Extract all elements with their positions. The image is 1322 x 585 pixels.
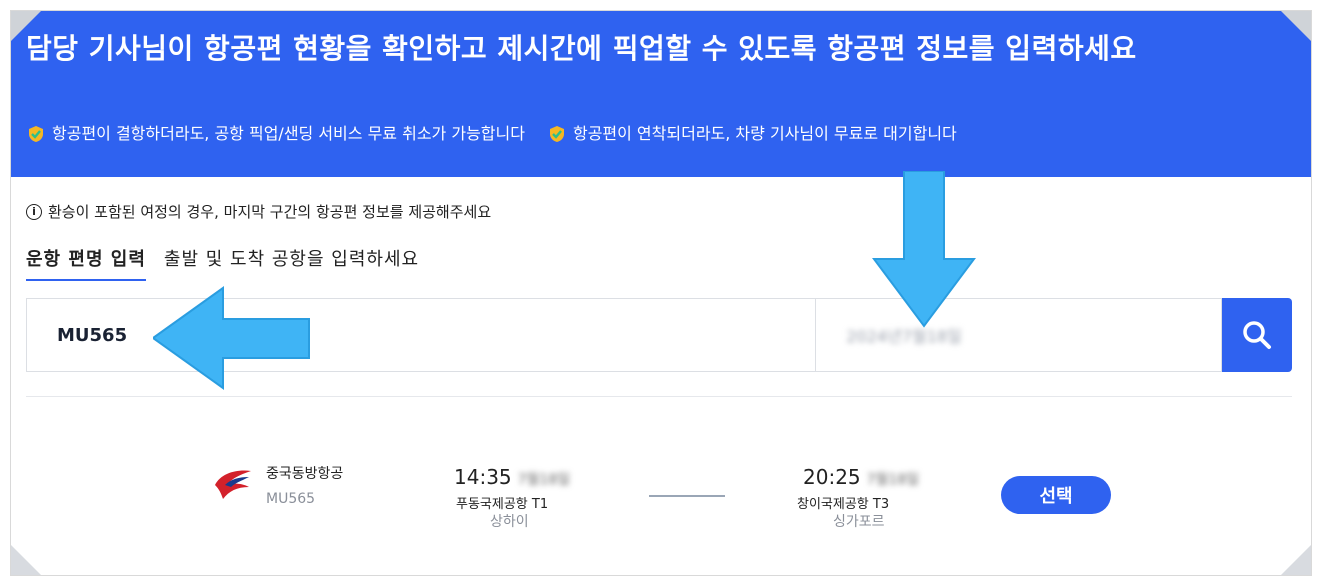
airline-name: 중국동방항공 bbox=[266, 466, 344, 482]
down-arrow-icon bbox=[872, 171, 976, 328]
benefit-text: 항공편이 연착되더라도, 차량 기사님이 무료로 대기합니다 bbox=[572, 124, 957, 143]
left-arrow-icon bbox=[153, 286, 310, 390]
divider bbox=[26, 396, 1292, 397]
input-mode-tabs: 운항 편명 입력 출발 및 도착 공항을 입력하세요 bbox=[26, 245, 419, 281]
departure-airport: 푸동국제공항 T1 bbox=[456, 497, 549, 512]
benefit-text: 항공편이 결항하더라도, 공항 픽업/샌딩 서비스 무료 취소가 가능합니다 bbox=[52, 124, 525, 143]
benefit-item: 항공편이 연착되더라도, 차량 기사님이 무료로 대기합니다 bbox=[547, 123, 957, 145]
flight-number-input[interactable]: MU565 bbox=[26, 298, 816, 372]
flight-number-value: MU565 bbox=[57, 324, 128, 346]
departure-time: 14:35 bbox=[454, 465, 512, 489]
departure-date: 7월18일 bbox=[517, 472, 571, 488]
notice-text: 환승이 포함된 여정의 경우, 마지막 구간의 항공편 정보를 제공해주세요 bbox=[48, 203, 492, 221]
arrival-time-block: 20:25 7월18일 bbox=[803, 465, 919, 489]
arrival-airport: 창이국제공항 T3 bbox=[797, 497, 890, 512]
corner-fold bbox=[1281, 545, 1311, 575]
flight-result-row: 중국동방항공 MU565 14:35 7월18일 푸동국제공항 T1 상하이 20… bbox=[211, 451, 1111, 531]
benefit-item: 항공편이 결항하더라도, 공항 픽업/샌딩 서비스 무료 취소가 가능합니다 bbox=[26, 123, 525, 145]
departure-city: 상하이 bbox=[490, 514, 529, 530]
arrival-date: 7월18일 bbox=[866, 472, 920, 488]
benefits-list: 항공편이 결항하더라도, 공항 픽업/샌딩 서비스 무료 취소가 가능합니다 항… bbox=[26, 123, 957, 145]
corner-fold bbox=[11, 545, 41, 575]
header-banner: 담당 기사님이 항공편 현황을 확인하고 제시간에 픽업할 수 있도록 항공편 … bbox=[11, 11, 1311, 177]
flight-code: MU565 bbox=[266, 491, 316, 507]
corner-fold bbox=[11, 11, 41, 41]
tab-airports[interactable]: 출발 및 도착 공항을 입력하세요 bbox=[164, 245, 419, 281]
flight-info-panel: 담당 기사님이 항공편 현황을 확인하고 제시간에 픽업할 수 있도록 항공편 … bbox=[10, 10, 1312, 576]
departure-time-block: 14:35 7월18일 bbox=[454, 465, 570, 489]
search-button[interactable] bbox=[1222, 298, 1292, 372]
arrival-city: 싱가포르 bbox=[833, 514, 885, 530]
shield-check-icon bbox=[549, 126, 564, 142]
corner-fold bbox=[1281, 11, 1311, 41]
arrival-time: 20:25 bbox=[803, 465, 861, 489]
search-icon bbox=[1243, 321, 1272, 349]
select-button[interactable]: 선택 bbox=[1001, 476, 1111, 514]
route-line bbox=[649, 495, 725, 497]
shield-check-icon bbox=[29, 126, 43, 142]
page-title: 담당 기사님이 항공편 현황을 확인하고 제시간에 픽업할 수 있도록 항공편 … bbox=[26, 32, 1137, 65]
airline-logo bbox=[215, 470, 251, 499]
tab-flight-number[interactable]: 운항 편명 입력 bbox=[26, 245, 146, 281]
transfer-notice: i 환승이 포함된 여정의 경우, 마지막 구간의 항공편 정보를 제공해주세요 bbox=[26, 201, 491, 222]
info-icon: i bbox=[26, 203, 42, 220]
